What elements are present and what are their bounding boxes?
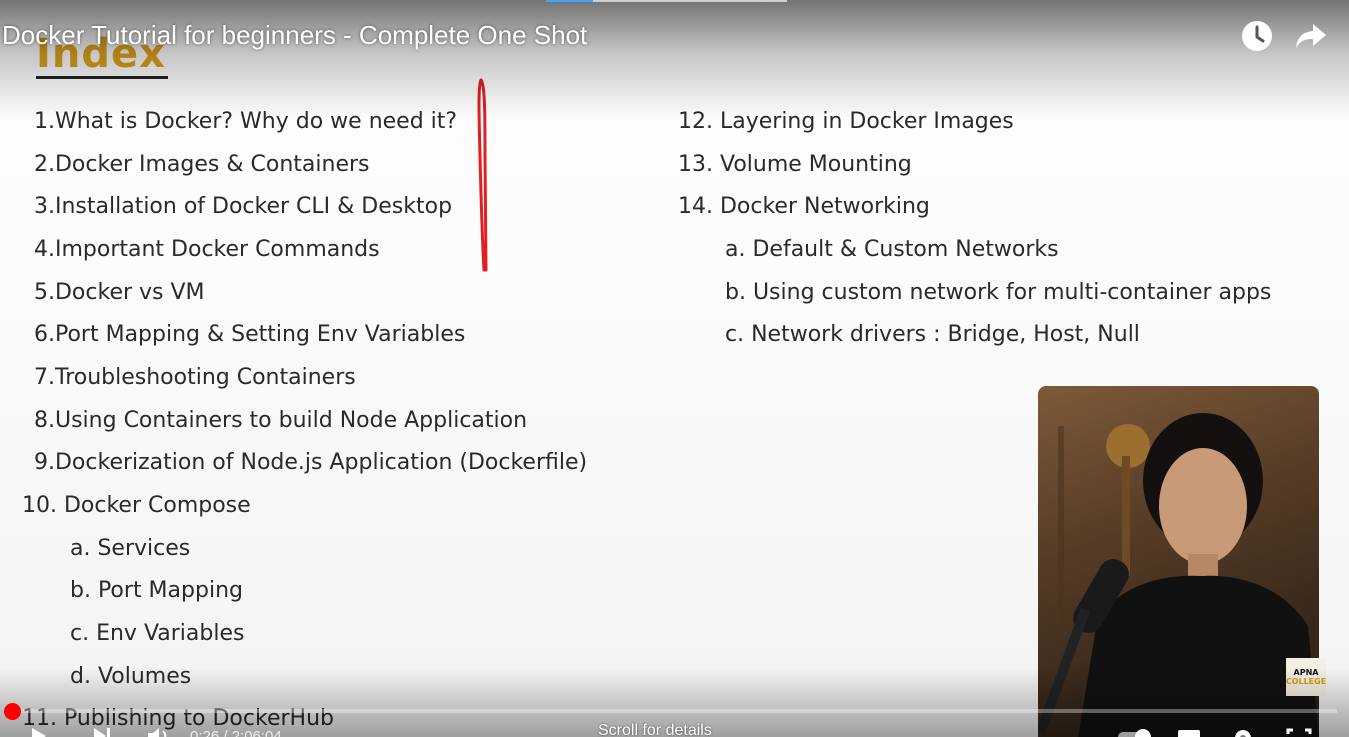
volume-icon[interactable] — [146, 726, 172, 737]
clock-icon[interactable] — [1239, 18, 1275, 54]
index-item: 9.Dockerization of Node.js Application (… — [34, 450, 588, 475]
subtitles-icon[interactable] — [1176, 726, 1202, 737]
index-subitem: b. Using custom network for multi-contai… — [725, 280, 1272, 305]
presenter-camera — [1038, 386, 1319, 737]
video-player[interactable]: Index 1.What is Docker? Why do we need i… — [0, 0, 1349, 737]
video-title[interactable]: Docker Tutorial for beginners - Complete… — [2, 20, 587, 51]
top-gradient — [0, 0, 1349, 120]
index-subitem: a. Default & Custom Networks — [725, 237, 1059, 262]
index-item: 10. Docker Compose — [22, 493, 251, 518]
next-video-icon[interactable] — [90, 726, 116, 737]
index-item: 2.Docker Images & Containers — [34, 152, 370, 177]
logo-line2: COLLEGE — [1285, 677, 1327, 686]
index-item: 7.Troubleshooting Containers — [34, 365, 356, 390]
settings-gear-icon[interactable] — [1230, 726, 1256, 737]
index-item: 8.Using Containers to build Node Applica… — [34, 408, 528, 433]
fullscreen-icon[interactable] — [1286, 726, 1312, 737]
progress-scrubber[interactable] — [4, 703, 21, 720]
index-subitem: c. Env Variables — [70, 621, 245, 646]
index-subitem: d. Volumes — [70, 664, 192, 689]
apna-college-logo: APNA COLLEGE — [1286, 658, 1326, 696]
index-subitem: b. Port Mapping — [70, 578, 243, 603]
index-subitem: a. Services — [70, 536, 191, 561]
progress-bar[interactable] — [12, 709, 1337, 713]
index-item: 6.Port Mapping & Setting Env Variables — [34, 322, 466, 347]
top-loading-bar — [546, 0, 787, 2]
time-display: 0:26 / 2:06:04 — [190, 728, 282, 737]
red-pen-annotation — [477, 78, 488, 272]
index-item: 1.What is Docker? Why do we need it? — [34, 109, 458, 134]
index-item: 13. Volume Mounting — [678, 152, 912, 177]
play-icon[interactable] — [28, 726, 54, 737]
share-arrow-icon[interactable] — [1293, 18, 1329, 54]
index-item: 12. Layering in Docker Images — [678, 109, 1014, 134]
scroll-for-details[interactable]: Scroll for details — [598, 722, 712, 737]
index-item: 14. Docker Networking — [678, 194, 930, 219]
index-item: 4.Important Docker Commands — [34, 237, 380, 262]
index-item: 5.Docker vs VM — [34, 280, 205, 305]
logo-line1: APNA — [1293, 668, 1319, 677]
index-item: 3.Installation of Docker CLI & Desktop — [34, 194, 453, 219]
autoplay-toggle[interactable] — [1116, 726, 1156, 737]
index-subitem: c. Network drivers : Bridge, Host, Null — [725, 322, 1140, 347]
